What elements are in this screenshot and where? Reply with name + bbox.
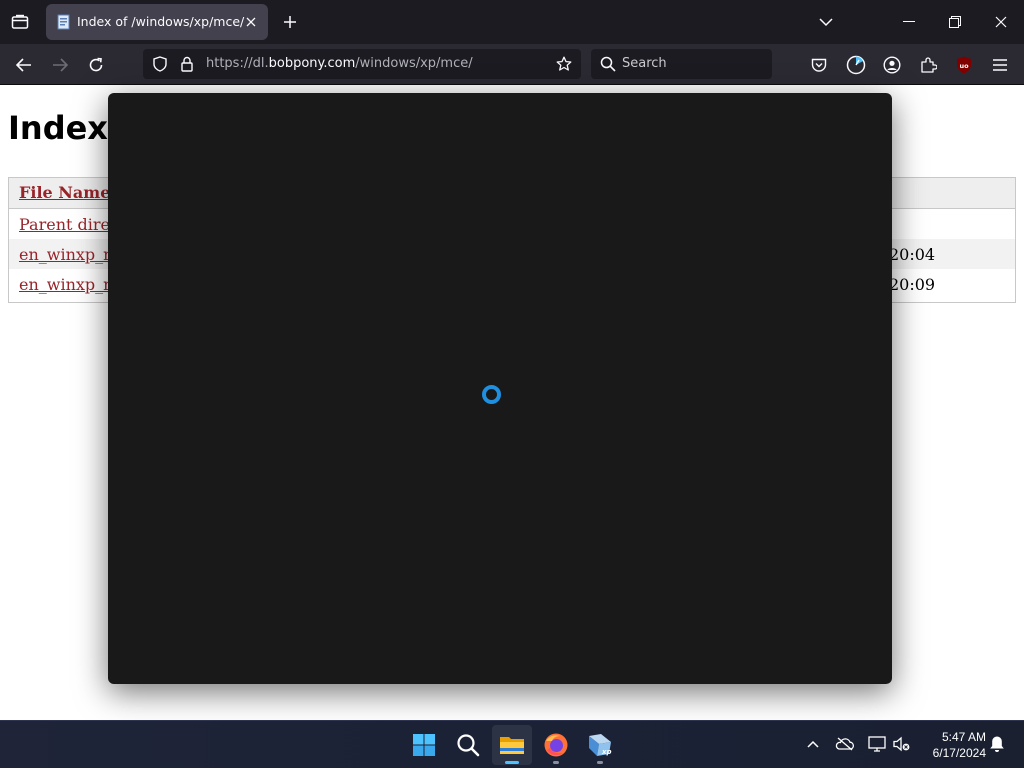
- url-prefix: https://dl.: [206, 56, 269, 71]
- search-icon: [600, 56, 616, 72]
- address-bar[interactable]: https://dl.bobpony.com/windows/xp/mce/: [143, 49, 581, 79]
- loading-spinner-icon: [482, 385, 501, 404]
- minimize-icon[interactable]: [886, 0, 932, 44]
- tab-active[interactable]: Index of /windows/xp/mce/: [46, 4, 268, 40]
- extensions-puzzle-icon[interactable]: [915, 52, 941, 78]
- volume-muted-icon[interactable]: [891, 733, 913, 755]
- svg-text:uo: uo: [959, 62, 969, 70]
- tracking-protection-shield-icon[interactable]: [151, 55, 169, 73]
- running-app-indicator: [553, 761, 559, 764]
- file-date: 20:09: [889, 275, 936, 294]
- file-link[interactable]: en_winxp_r: [19, 275, 111, 294]
- taskbar: xp 5:47 AM 6/17/2024: [0, 720, 1024, 768]
- navigation-toolbar: https://dl.bobpony.com/windows/xp/mce/ S…: [0, 44, 1024, 85]
- url-host: bobpony.com: [268, 56, 356, 71]
- clock-date: 6/17/2024: [932, 746, 986, 760]
- start-icon[interactable]: [404, 725, 444, 765]
- system-clock[interactable]: 5:47 AM 6/17/2024: [920, 729, 986, 761]
- clock-time: 5:47 AM: [941, 730, 986, 744]
- network-display-icon[interactable]: [866, 733, 888, 755]
- firefox-view-icon[interactable]: [6, 8, 34, 36]
- active-app-indicator: [505, 761, 519, 764]
- page-favicon-icon: [56, 14, 72, 30]
- ublock-origin-icon[interactable]: uo: [951, 52, 977, 78]
- firefox-icon[interactable]: [536, 725, 576, 765]
- tab-strip: Index of /windows/xp/mce/: [0, 0, 1024, 44]
- running-app-indicator: [597, 761, 603, 764]
- windows-xp-app-icon[interactable]: xp: [580, 725, 620, 765]
- reload-icon[interactable]: [81, 50, 111, 80]
- extension-timer-icon[interactable]: [843, 52, 869, 78]
- notification-bell-icon[interactable]: [986, 733, 1008, 755]
- hamburger-menu-icon[interactable]: [987, 52, 1013, 78]
- new-tab-plus-icon[interactable]: [279, 11, 301, 33]
- bookmark-star-icon[interactable]: [555, 55, 573, 73]
- search-icon[interactable]: [448, 725, 488, 765]
- file-name-column-header[interactable]: File Name: [19, 183, 110, 202]
- restore-icon[interactable]: [932, 0, 978, 44]
- close-window-icon[interactable]: [978, 0, 1024, 44]
- search-bar[interactable]: Search: [591, 49, 772, 79]
- list-all-tabs-chevron-icon[interactable]: [815, 11, 837, 33]
- page-heading: Index: [8, 109, 108, 147]
- back-arrow-icon[interactable]: [9, 50, 39, 80]
- tab-title: Index of /windows/xp/mce/: [77, 14, 245, 29]
- file-link[interactable]: Parent direc: [19, 215, 119, 234]
- url-path: /windows/xp/mce/: [355, 56, 473, 71]
- loading-overlay-window[interactable]: [108, 93, 892, 684]
- show-hidden-icons-chevron-icon[interactable]: [802, 733, 824, 755]
- svg-text:xp: xp: [601, 748, 612, 756]
- account-icon[interactable]: [879, 52, 905, 78]
- onedrive-offline-icon[interactable]: [834, 733, 856, 755]
- tab-close-icon[interactable]: [242, 13, 260, 31]
- file-date: 20:04: [889, 245, 936, 264]
- search-placeholder: Search: [622, 56, 667, 71]
- pocket-icon[interactable]: [806, 52, 832, 78]
- file-link[interactable]: en_winxp_r: [19, 245, 111, 264]
- file-explorer-icon[interactable]: [492, 725, 532, 765]
- url-text[interactable]: https://dl.bobpony.com/windows/xp/mce/: [206, 56, 473, 71]
- forward-arrow-icon[interactable]: [45, 50, 75, 80]
- lock-icon[interactable]: [178, 55, 196, 73]
